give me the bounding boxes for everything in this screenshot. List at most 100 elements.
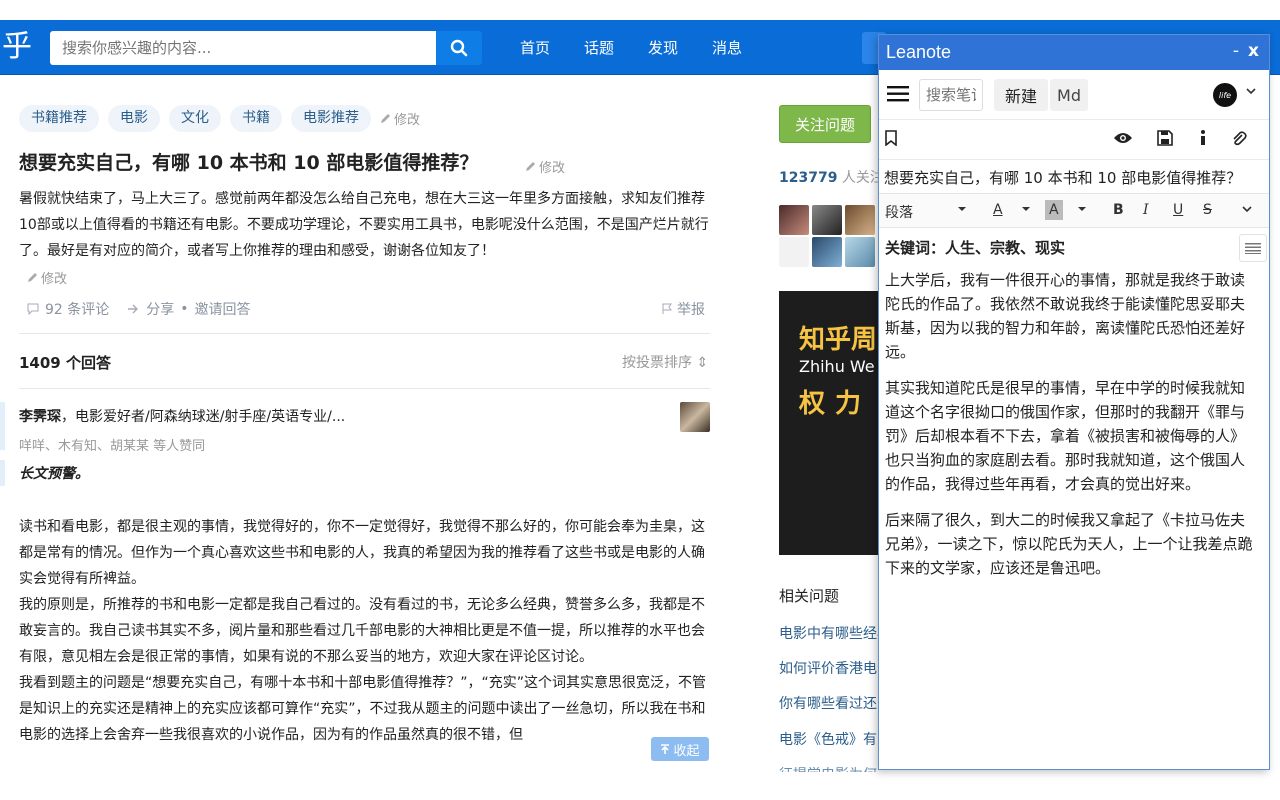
background-color-icon[interactable]: A xyxy=(1045,200,1063,220)
pencil-icon xyxy=(381,114,390,123)
tag-movie[interactable]: 电影 xyxy=(108,105,160,132)
outline-toggle-button[interactable] xyxy=(1239,234,1267,262)
flag-icon xyxy=(662,303,672,314)
tag-movie-recommend[interactable]: 电影推荐 xyxy=(291,105,371,132)
follow-question-button[interactable]: 关注问题 xyxy=(779,105,871,143)
tag-books[interactable]: 书籍 xyxy=(230,105,282,132)
avatar[interactable] xyxy=(812,237,842,267)
comment-icon xyxy=(27,303,39,315)
user-avatar[interactable]: life xyxy=(1213,83,1237,107)
leanote-title: Leanote xyxy=(886,42,952,62)
related-question-link[interactable]: 征提学电影为何逐渐成为非善主抗 xyxy=(779,764,879,772)
paperclip-icon[interactable] xyxy=(1231,130,1247,150)
tag-book-recommend[interactable]: 书籍推荐 xyxy=(19,105,99,132)
comments-link[interactable]: 92 条评论 xyxy=(45,299,109,319)
bookmark-icon[interactable] xyxy=(885,130,897,150)
related-question-link[interactable]: 如何评价香港电影 xyxy=(779,658,879,678)
avatar[interactable] xyxy=(779,237,809,267)
note-title-input[interactable]: 想要充实自己，有哪 10 本书和 10 部电影值得推荐？ xyxy=(879,160,1269,194)
related-question-link[interactable]: 你有哪些看过还 xyxy=(779,693,879,713)
info-icon[interactable] xyxy=(1199,130,1207,150)
avatar[interactable] xyxy=(779,205,809,235)
hamburger-menu-icon[interactable] xyxy=(887,84,909,104)
related-question-link[interactable]: 电影《色戒》有 xyxy=(779,729,879,749)
related-question-link[interactable]: 电影中有哪些经典 xyxy=(779,623,879,643)
answer-paragraph: 我看到题主的问题是“想要充实自己，有哪十本书和十部电影值得推荐？”，“充实”这个… xyxy=(19,675,707,743)
avatar[interactable] xyxy=(845,205,875,235)
strikethrough-icon[interactable]: S xyxy=(1203,202,1212,218)
note-paragraph: 其实我知道陀氏是很早的事情，早在中学的时候我就知道这个名字很拗口的俄国作家，但那… xyxy=(885,379,1246,493)
separator-dot: • xyxy=(180,301,189,317)
format-toolbar: 段落 A A B I U S xyxy=(879,194,1269,228)
vote-bar[interactable] xyxy=(0,460,5,486)
chevron-down-icon[interactable] xyxy=(1245,85,1257,97)
note-body: 上大学后，我有一件很开心的事情，那就是我终于敢读陀氏的作品了。我依然不敢说我终于… xyxy=(885,268,1255,592)
list-icon xyxy=(1245,243,1261,254)
edit-title-link[interactable]: 修改 xyxy=(525,157,565,176)
answers-count: 1409 个回答 xyxy=(19,354,111,372)
chevron-down-icon[interactable] xyxy=(1077,202,1087,218)
share-link[interactable]: 分享 xyxy=(146,299,174,319)
nav-home[interactable]: 首页 xyxy=(520,37,550,58)
search-input[interactable] xyxy=(50,31,436,65)
eye-icon[interactable] xyxy=(1113,130,1133,149)
note-paragraph: 后来隔了很久，到大二的时候我又拿起了《卡拉马佐夫兄弟》，一读之下，惊以陀氏为天人… xyxy=(885,511,1253,577)
bold-icon[interactable]: B xyxy=(1113,202,1124,218)
topic-tags: 书籍推荐 电影 文化 书籍 电影推荐 修改 xyxy=(19,105,420,132)
pencil-icon xyxy=(28,273,37,282)
vote-bar[interactable] xyxy=(0,402,5,450)
bottom-fade xyxy=(0,740,720,800)
edit-detail-link[interactable]: 修改 xyxy=(27,268,67,287)
note-search-input[interactable] xyxy=(919,79,983,111)
long-text-warning: 长文预警。 xyxy=(19,466,89,482)
chevron-down-icon[interactable] xyxy=(957,202,967,218)
zhihu-weekly-banner[interactable]: 知乎周 Zhihu We 权力 xyxy=(779,291,879,555)
follower-avatars xyxy=(779,205,908,267)
minimize-button[interactable]: - xyxy=(1233,41,1239,61)
note-keywords: 关键词：人生、宗教、现实 xyxy=(885,239,1066,257)
note-action-bar xyxy=(879,120,1269,160)
author-name[interactable]: 李霁琛 xyxy=(19,409,61,425)
avatar[interactable] xyxy=(680,402,710,432)
divider xyxy=(19,333,710,334)
more-formats-chevron-icon[interactable] xyxy=(1241,202,1253,218)
collapse-button[interactable]: 收起 xyxy=(651,737,709,761)
new-note-button[interactable]: 新建 xyxy=(994,79,1048,111)
leanote-panel: Leanote - x 新建 Md life 想要充实自己，有哪 10 本书和 … xyxy=(878,34,1270,770)
voters[interactable]: 咩咩、木有知、胡某某 等人赞同 xyxy=(19,435,205,454)
leanote-titlebar[interactable]: Leanote - x xyxy=(879,35,1269,70)
report-link[interactable]: 举报 xyxy=(661,299,705,319)
close-button[interactable]: x xyxy=(1248,41,1259,61)
search-icon xyxy=(450,39,468,57)
paragraph-format-select[interactable]: 段落 xyxy=(885,202,913,222)
search-button[interactable] xyxy=(436,31,482,65)
answer-body: 读书和看电影，都是很主观的事情，我觉得好的，你不一定觉得好，我觉得不那么好的，你… xyxy=(19,514,709,748)
question-detail: 暑假就快结束了，马上大三了。感觉前两年都没怎么给自己充电，想在大三这一年里多方面… xyxy=(19,191,709,259)
invite-answer-link[interactable]: 邀请回答 xyxy=(195,299,251,319)
zhihu-logo[interactable]: 乎 xyxy=(2,28,36,66)
italic-icon[interactable]: I xyxy=(1143,202,1149,218)
avatar[interactable] xyxy=(845,237,875,267)
nav-topics[interactable]: 话题 xyxy=(584,37,614,58)
save-icon[interactable] xyxy=(1157,130,1173,150)
avatar[interactable] xyxy=(812,205,842,235)
question-actions: 92 条评论 分享 • 邀请回答 xyxy=(27,299,251,319)
answer-paragraph: 读书和看电影，都是很主观的事情，我觉得好的，你不一定觉得好，我觉得不那么好的，你… xyxy=(19,519,705,587)
edit-tags-link[interactable]: 修改 xyxy=(380,109,420,128)
banner-subtitle: Zhihu We xyxy=(799,357,875,376)
tag-culture[interactable]: 文化 xyxy=(169,105,221,132)
markdown-button[interactable]: Md xyxy=(1050,79,1088,111)
nav-explore[interactable]: 发现 xyxy=(648,37,678,58)
leanote-toolbar: 新建 Md life xyxy=(879,70,1269,120)
answer-author: 李霁琛，电影爱好者/阿森纳球迷/射手座/英语专业/... xyxy=(19,406,345,426)
answer-paragraph: 我的原则是，所推荐的书和电影一定都是我自己看过的。没有看过的书，无论多么经典，赞… xyxy=(19,597,705,665)
divider xyxy=(19,388,710,389)
underline-icon[interactable]: U xyxy=(1173,202,1183,218)
question-title: 想要充实自己，有哪 10 本书和 10 部电影值得推荐？ xyxy=(19,152,479,174)
nav-messages[interactable]: 消息 xyxy=(712,37,742,58)
sort-dropdown[interactable]: 按投票排序 ⇕ xyxy=(622,352,708,372)
chevron-down-icon[interactable] xyxy=(1021,202,1031,218)
font-color-icon[interactable]: A xyxy=(993,202,1003,218)
author-bio: ，电影爱好者/阿森纳球迷/射手座/英语专业/... xyxy=(61,409,346,425)
share-icon xyxy=(128,304,139,314)
